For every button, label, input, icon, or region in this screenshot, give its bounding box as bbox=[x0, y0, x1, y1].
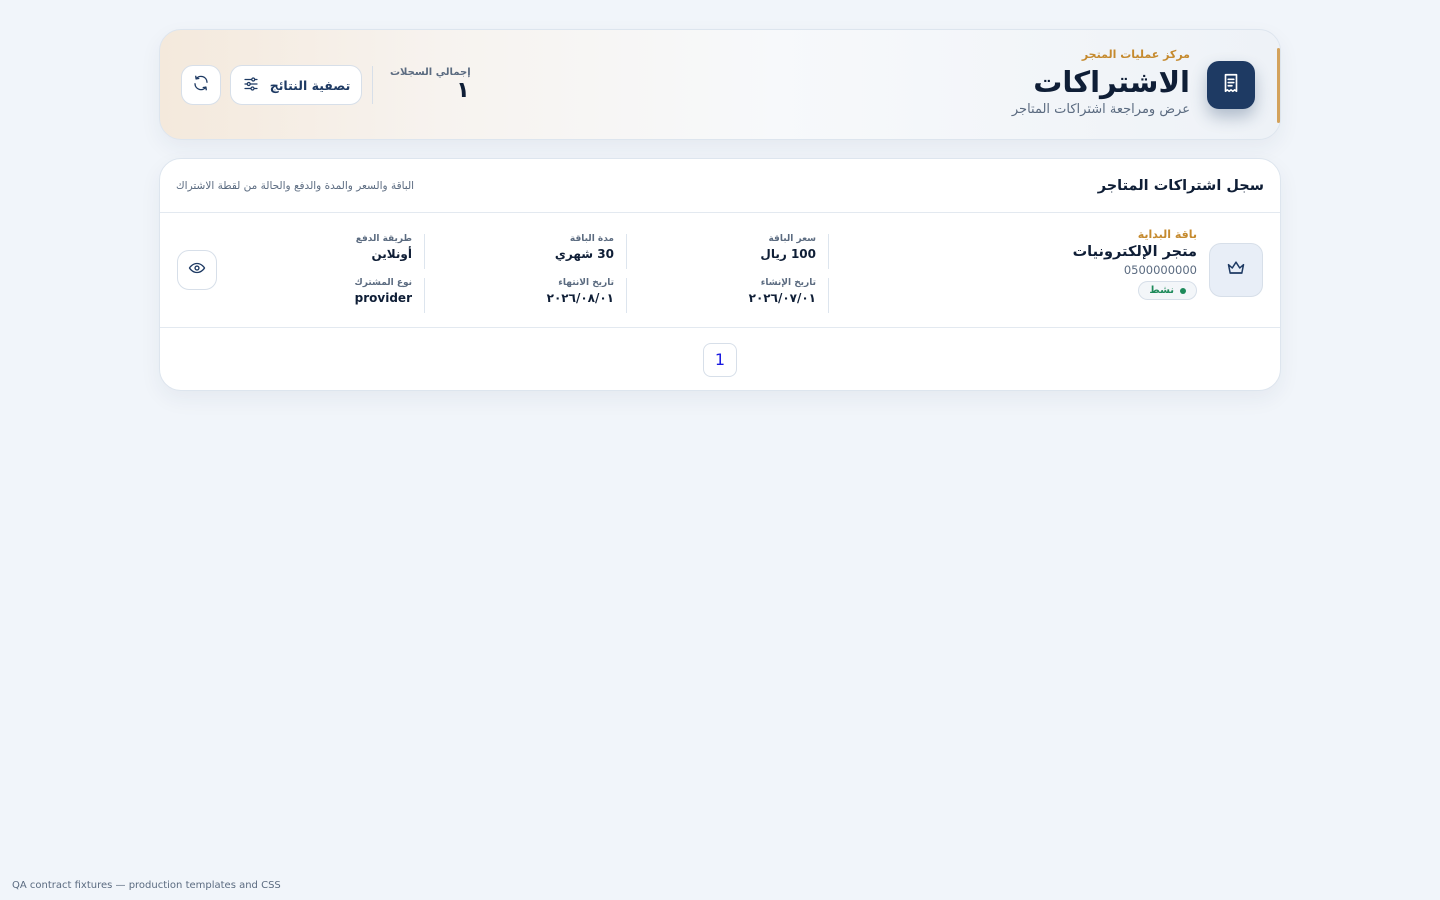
footer-note: QA contract fixtures — production templa… bbox=[12, 880, 281, 891]
meta-end-label: تاريخ الانتهاء bbox=[558, 278, 614, 288]
meta-subscriber: نوع المشترك provider bbox=[223, 278, 425, 313]
filter-button[interactable]: تصفية النتائج bbox=[230, 65, 362, 105]
page: مركز عمليات المتجر الاشتراكات عرض ومراجع… bbox=[0, 0, 1440, 900]
subscription-row: باقة البداية متجر الإلكترونيات 050000000… bbox=[160, 213, 1280, 328]
crown-icon bbox=[1226, 258, 1246, 282]
actions-divider bbox=[372, 66, 373, 104]
meta-payment-label: طريقة الدفع bbox=[355, 234, 412, 244]
meta-duration-value: 30 شهري bbox=[554, 247, 614, 261]
status-label: نشط bbox=[1149, 285, 1174, 296]
total-records: إجمالي السجلات ١ bbox=[390, 67, 471, 104]
card-header: سجل اشتراكات المتاجر الباقة والسعر والمد… bbox=[160, 159, 1280, 213]
status-dot bbox=[1180, 287, 1186, 294]
meta-end-value: ٢٠٢٦/٠٨/٠١ bbox=[546, 291, 614, 305]
meta-subscriber-label: نوع المشترك bbox=[354, 278, 412, 288]
refresh-icon bbox=[192, 74, 210, 96]
receipt-icon bbox=[1220, 72, 1242, 98]
card-title: سجل اشتراكات المتاجر bbox=[1097, 177, 1264, 194]
header-card: مركز عمليات المتجر الاشتراكات عرض ومراجع… bbox=[159, 29, 1281, 140]
header-text: مركز عمليات المتجر الاشتراكات عرض ومراجع… bbox=[1012, 48, 1190, 117]
meta-duration: مدة الباقة 30 شهري bbox=[425, 234, 627, 269]
meta-payment: طريقة الدفع أونلاين bbox=[223, 234, 425, 269]
pagination: 1 bbox=[160, 328, 1280, 390]
total-records-value: ١ bbox=[456, 77, 470, 103]
view-button[interactable] bbox=[177, 250, 217, 290]
total-records-label: إجمالي السجلات bbox=[390, 66, 471, 78]
eye-icon bbox=[188, 259, 206, 281]
store-name: متجر الإلكترونيات bbox=[1072, 244, 1197, 260]
refresh-button[interactable] bbox=[181, 65, 221, 105]
meta-end: تاريخ الانتهاء ٢٠٢٦/٠٨/٠١ bbox=[425, 278, 627, 313]
page-button-1[interactable]: 1 bbox=[703, 342, 737, 377]
card-hint: الباقة والسعر والمدة والدفع والحالة من ل… bbox=[176, 179, 415, 192]
meta-created-label: تاريخ الإنشاء bbox=[760, 278, 816, 288]
plan-name: باقة البداية bbox=[1137, 228, 1197, 241]
brand-tile bbox=[1207, 61, 1255, 109]
eyebrow: مركز عمليات المتجر bbox=[1081, 48, 1190, 61]
meta-price-value: 100 ريال bbox=[760, 247, 816, 261]
page-subtitle: عرض ومراجعة اشتراكات المتاجر bbox=[1011, 102, 1190, 117]
page-title: الاشتراكات bbox=[1033, 65, 1190, 99]
meta-price-label: سعر الباقة bbox=[768, 234, 816, 244]
header-actions: تصفية النتائج إجمالي السجلات ١ bbox=[181, 65, 471, 105]
meta-payment-value: أونلاين bbox=[371, 247, 413, 261]
store-phone: 0500000000 bbox=[1123, 263, 1197, 277]
plan-tile bbox=[1209, 243, 1263, 297]
meta-created: تاريخ الإنشاء ٢٠٢٦/٠٧/٠١ bbox=[627, 278, 829, 313]
meta-price: سعر الباقة 100 ريال bbox=[627, 234, 829, 269]
status-badge: نشط bbox=[1138, 281, 1197, 300]
store-info: باقة البداية متجر الإلكترونيات 050000000… bbox=[1073, 228, 1197, 300]
sliders-icon bbox=[242, 75, 260, 96]
meta-subscriber-value: provider bbox=[354, 291, 412, 305]
meta-created-value: ٢٠٢٦/٠٧/٠١ bbox=[748, 291, 816, 305]
accent-strip bbox=[1277, 48, 1280, 123]
filter-button-label: تصفية النتائج bbox=[269, 77, 351, 93]
meta-duration-label: مدة الباقة bbox=[569, 234, 614, 244]
subscriptions-card: سجل اشتراكات المتاجر الباقة والسعر والمد… bbox=[159, 158, 1281, 391]
